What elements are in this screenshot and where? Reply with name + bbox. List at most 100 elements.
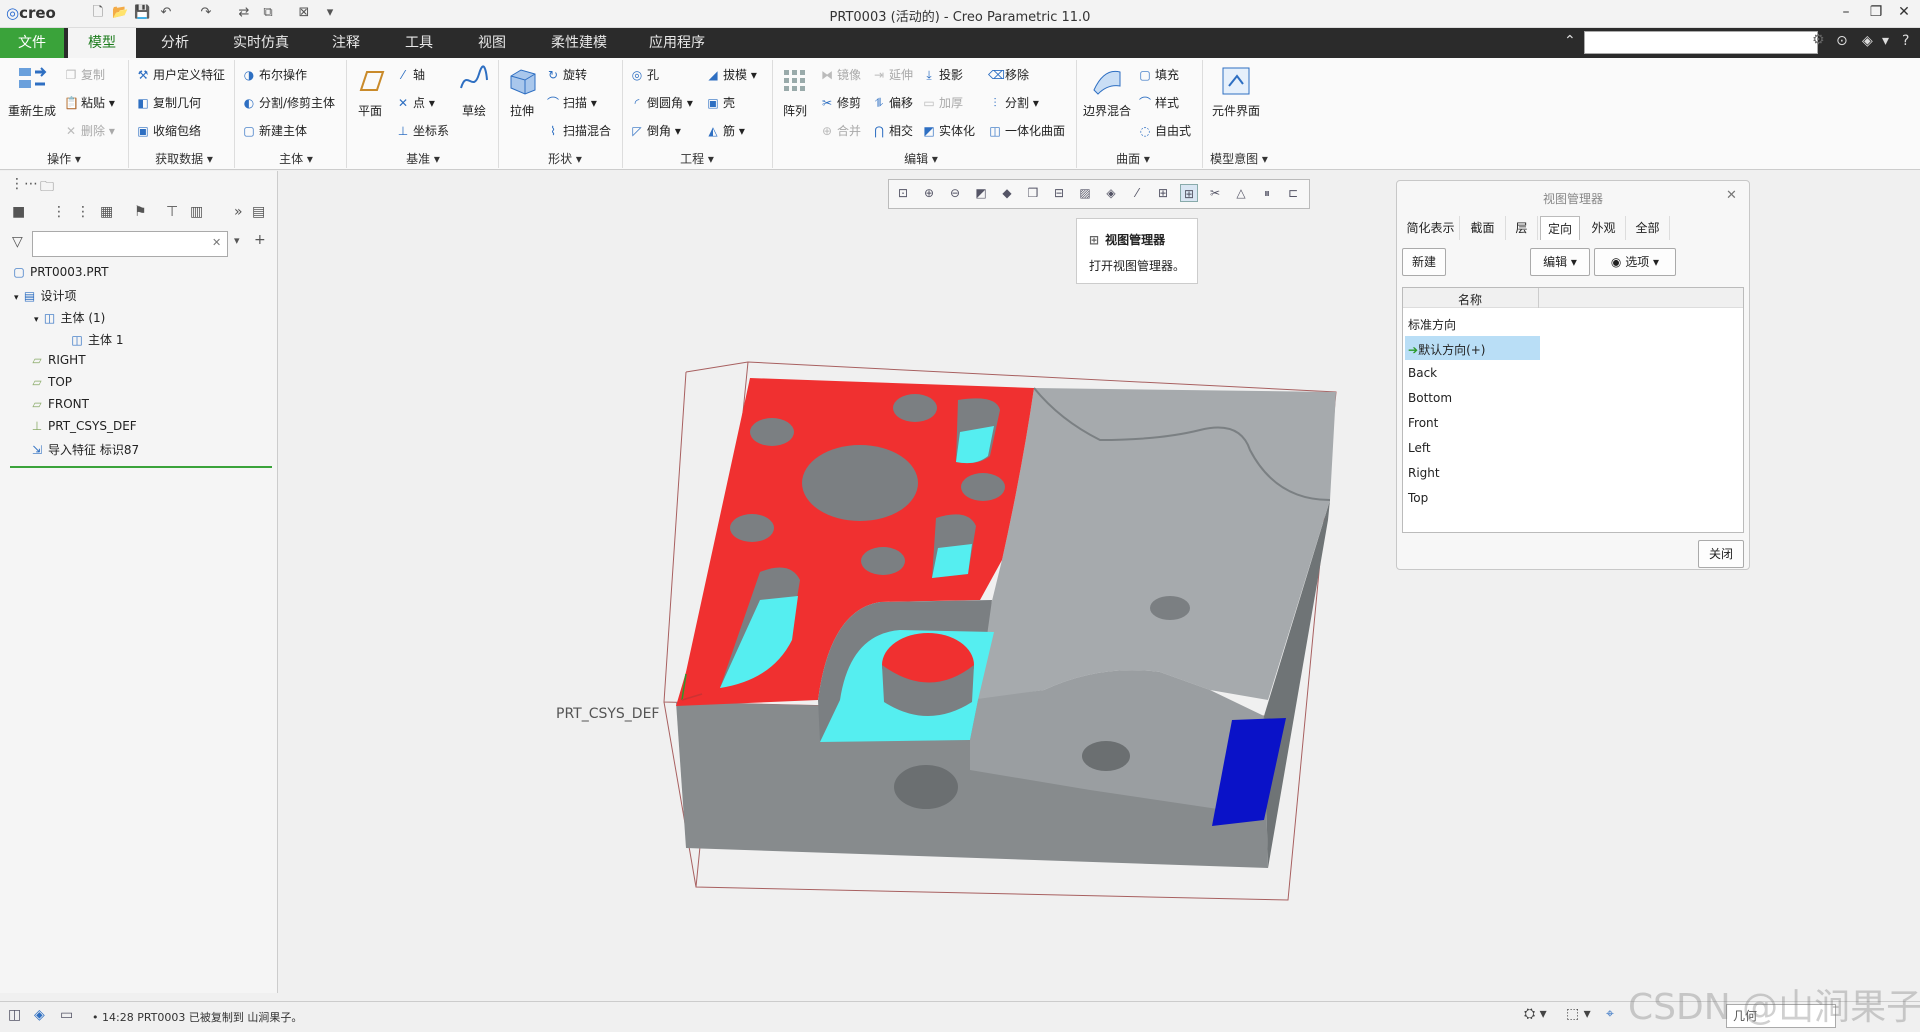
list-item[interactable]: Top (1408, 491, 1428, 505)
tree-columns-icon[interactable]: ⋮ (76, 204, 90, 220)
merge-button[interactable]: ⊕ 合并 (820, 122, 861, 139)
project-button[interactable]: ⤓ 投影 (922, 66, 963, 83)
rib-button[interactable]: ◭ 筋 ▾ (706, 122, 744, 139)
collapse-ribbon-icon[interactable]: ⌃ (1564, 33, 1576, 49)
axis-button[interactable]: ⁄ 轴 (396, 66, 425, 83)
boolean-button[interactable]: ◑ 布尔操作 (242, 66, 307, 83)
freestyle-button[interactable]: ◌ 自由式 (1138, 122, 1191, 139)
layer-tree-icon[interactable]: ▦ (100, 204, 113, 220)
plane-button[interactable]: 平面 (352, 64, 388, 119)
pattern-button[interactable]: 阵列 (776, 64, 814, 119)
pause-icon[interactable]: ⏸ (1258, 184, 1276, 202)
zoom-in-icon[interactable]: ⊕ (920, 184, 938, 202)
part-model[interactable]: PRT_CSYS_DEF (540, 355, 1340, 925)
model-tree-tab-icon[interactable]: ⋮⋯ (10, 176, 38, 192)
appearance-icon[interactable]: ◈ (1102, 184, 1120, 202)
tree-item-design-items[interactable]: ▾ ▤ 设计项 (14, 287, 77, 304)
menu-view[interactable]: 视图 (458, 28, 526, 58)
tab-appearance[interactable]: 外观 (1582, 216, 1626, 240)
copy-button[interactable]: ❐ 复制 (64, 66, 105, 83)
menu-flexible-modeling[interactable]: 柔性建模 (536, 28, 622, 58)
clear-search-icon[interactable]: ✕ (212, 236, 221, 249)
datum-display-icon[interactable]: ⁄ (1128, 184, 1146, 202)
hole-button[interactable]: ◎ 孔 (630, 66, 659, 83)
group-body[interactable]: 主体 ▾ (266, 150, 326, 167)
triangle-icon[interactable]: △ (1232, 184, 1250, 202)
select-box-icon[interactable]: ⬚ ▾ (1566, 1006, 1591, 1022)
redo-icon[interactable]: ↷ (198, 5, 214, 21)
notes-icon[interactable]: ▤ (252, 204, 265, 220)
remove-button[interactable]: ⌫移除 (988, 66, 1029, 83)
style-button[interactable]: ⌒ 样式 (1138, 94, 1179, 111)
search-icon[interactable]: ⊙ (1836, 33, 1848, 49)
refit-icon[interactable]: ⊡ (894, 184, 912, 202)
close-button[interactable]: 关闭 (1698, 540, 1744, 568)
paste-button[interactable]: 📋 粘贴 ▾ (64, 94, 115, 111)
close-window-icon[interactable]: ⊠ (296, 5, 312, 21)
edit-button[interactable]: 编辑 ▾ (1530, 248, 1590, 276)
save-icon[interactable]: 💾 (134, 5, 150, 21)
insert-indicator[interactable] (10, 466, 272, 468)
menu-live-simulation[interactable]: 实时仿真 (222, 28, 300, 58)
shrinkwrap-button[interactable]: ▣ 收缩包络 (136, 122, 201, 139)
group-get-data[interactable]: 获取数据 ▾ (146, 150, 222, 167)
chamfer-button[interactable]: ◸ 倒角 ▾ (630, 122, 680, 139)
close-icon[interactable]: ✕ (1726, 188, 1737, 203)
tab-layers[interactable]: 层 (1506, 216, 1538, 240)
fill-button[interactable]: ▢ 填充 (1138, 66, 1179, 83)
tab-sections[interactable]: 截面 (1460, 216, 1506, 240)
solidify-button[interactable]: ◩ 实体化 (922, 122, 975, 139)
extend-button[interactable]: ⇥ 延伸 (872, 66, 913, 83)
close-button[interactable]: ✕ (1892, 4, 1916, 24)
new-button[interactable]: 新建 (1402, 248, 1446, 276)
group-model-intent[interactable]: 模型意图 ▾ (1206, 150, 1272, 167)
copy-geometry-button[interactable]: ◧ 复制几何 (136, 94, 201, 111)
list-item[interactable]: Front (1408, 416, 1438, 430)
tree-item-top[interactable]: ▱ TOP (30, 375, 72, 389)
restore-button[interactable]: ❐ (1864, 4, 1888, 24)
list-item[interactable]: Right (1408, 466, 1440, 480)
chevron-down-icon[interactable]: ▾ (1882, 33, 1889, 49)
columns-icon[interactable]: ▥ (190, 204, 203, 220)
repaint-icon[interactable]: ◩ (972, 184, 990, 202)
settings-icon[interactable]: ⚑ (134, 204, 147, 220)
regenerate-icon[interactable]: ⇄ (236, 5, 252, 21)
list-item[interactable]: Bottom (1408, 391, 1452, 405)
chevron-down-icon[interactable]: ▾ (234, 234, 240, 247)
windows-icon[interactable]: ⧉ (260, 5, 276, 21)
more-icon[interactable]: » (234, 204, 243, 220)
menu-annotate[interactable]: 注释 (312, 28, 380, 58)
sketch-button[interactable]: 草绘 (454, 64, 494, 119)
zoom-out-icon[interactable]: ⊖ (946, 184, 964, 202)
tree-item-front[interactable]: ▱ FRONT (30, 397, 89, 411)
trim-button[interactable]: ✂ 修剪 (820, 94, 861, 111)
thicken-button[interactable]: ▭ 加厚 (922, 94, 963, 111)
tree-filter-icon[interactable]: ⋮ (52, 204, 66, 220)
group-operations[interactable]: 操作 ▾ (36, 150, 92, 167)
point-button[interactable]: ✕ 点 ▾ (396, 94, 435, 111)
tab-orient[interactable]: 定向 (1540, 216, 1580, 240)
tab-all[interactable]: 全部 (1626, 216, 1670, 240)
new-body-button[interactable]: ▢ 新建主体 (242, 122, 307, 139)
expand-icon[interactable]: ▾ (14, 293, 19, 303)
list-item[interactable]: 标准方向 (1408, 316, 1456, 333)
tab-simplified-rep[interactable]: 简化表示 (1402, 216, 1460, 240)
menu-tools[interactable]: 工具 (386, 28, 452, 58)
group-surfaces[interactable]: 曲面 ▾ (1108, 150, 1158, 167)
tree-root[interactable]: ▢ PRT0003.PRT (12, 265, 108, 279)
expand-icon[interactable]: ▾ (34, 315, 39, 325)
sweep-button[interactable]: ⌒ 扫描 ▾ (546, 94, 597, 111)
tree-item-bodies[interactable]: ▾ ◫ 主体 (1) (34, 309, 105, 326)
split-button[interactable]: ⫶ 分割 ▾ (988, 94, 1038, 111)
minimize-button[interactable]: – (1834, 4, 1858, 24)
menu-analysis[interactable]: 分析 (140, 28, 210, 58)
tree-search-input[interactable] (32, 231, 228, 257)
customize-qat-icon[interactable]: ▾ (322, 5, 338, 21)
tree-item-right[interactable]: ▱ RIGHT (30, 353, 85, 367)
group-shapes[interactable]: 形状 ▾ (540, 150, 590, 167)
csys-button[interactable]: ⊥ 坐标系 (396, 122, 449, 139)
split-trim-body-button[interactable]: ◐ 分割/修剪主体 (242, 94, 335, 111)
perspective-icon[interactable]: ▨ (1076, 184, 1094, 202)
show-navigator-icon[interactable]: ◫ (8, 1007, 21, 1023)
saved-orientations-icon[interactable]: ❒ (1024, 184, 1042, 202)
